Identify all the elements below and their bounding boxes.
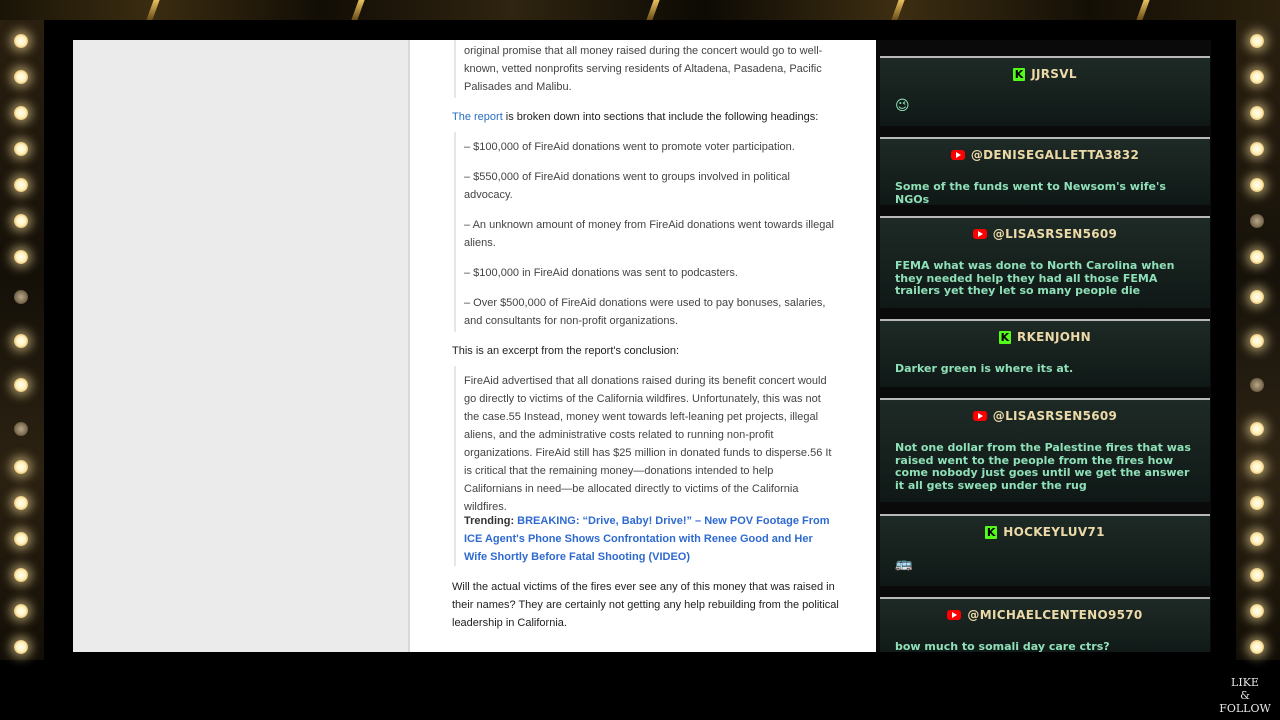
marquee-bulb [1250,70,1264,84]
chat-username: @LISASRSEN5609 [992,227,1118,241]
chat-username: JJRSVL [1031,67,1077,81]
light-streak [646,0,660,20]
marquee-bulb [14,334,28,348]
marquee-bulb [14,70,28,84]
left-margin [73,40,408,652]
youtube-icon [972,411,987,421]
like-text: LIKE [1231,676,1259,689]
chat-message: K JJRSVL 😉 [880,56,1210,126]
chat-username: HOCKEYLUV71 [1003,525,1105,539]
chat-text: Not one dollar from the Palestine fires … [895,441,1191,492]
marquee-bulb [1250,250,1264,264]
blockquote-bar [454,40,456,98]
chat-text: 🚌 [895,556,913,572]
marquee-bulb [1250,496,1264,510]
marquee-bulb [1250,334,1264,348]
report-link[interactable]: The report [452,111,503,123]
chat-username: @MICHAELCENTENO9570 [967,608,1143,622]
light-streak [1136,0,1150,20]
chat-message: @LISASRSEN5609 Not one dollar from the P… [880,398,1210,502]
marquee-bulb [14,214,28,228]
marquee-bulb [14,604,28,618]
marquee-bulb [1250,142,1264,156]
chat-message: @DENISEGALLETTA3832 Some of the funds we… [880,137,1210,205]
chat-message: K RKENJOHN Darker green is where its at. [880,319,1210,387]
live-chat-overlay: K JJRSVL 😉 @DENISEGALLETTA3832 Some of th… [880,42,1210,652]
marquee-bulb [1250,532,1264,546]
light-streak [146,0,160,20]
marquee-bulb [1250,640,1264,654]
marquee-bulb [14,250,28,264]
report-sentence: is broken down into sections that includ… [502,111,819,123]
marquee-bulb [14,34,28,48]
chat-username: RKENJOHN [1017,330,1091,344]
stage-backdrop-top [0,0,1280,20]
marquee-bulb [14,378,28,392]
marquee-bulb [14,106,28,120]
chat-message: @LISASRSEN5609 FEMA what was done to Nor… [880,216,1210,308]
excerpt-intro: This is an excerpt from the report's con… [452,345,680,357]
marquee-bulb [14,178,28,192]
follow-text: FOLLOW [1219,702,1271,715]
marquee-bulb [1250,568,1264,582]
marquee-bulb [14,568,28,582]
chat-username: @LISASRSEN5609 [992,409,1118,423]
marquee-bulb [1250,378,1264,392]
blockquote-bar [454,132,456,332]
closing-paragraph: Will the actual victims of the fires eve… [452,581,839,629]
conclusion-quote: FireAid advertised that all donations ra… [464,375,832,513]
youtube-icon [947,610,962,620]
heading-item: – $550,000 of FireAid donations went to … [464,171,790,201]
marquee-bulb [1250,604,1264,618]
chat-text: FEMA what was done to North Carolina whe… [895,259,1175,297]
chat-text: Darker green is where its at. [895,362,1074,375]
youtube-icon [972,229,987,239]
heading-item: – $100,000 of FireAid donations went to … [464,141,795,153]
ampersand-text: & [1240,689,1250,702]
kick-icon: K [999,330,1012,344]
light-streak [891,0,905,20]
heading-item: – $100,000 in FireAid donations was sent… [464,267,738,279]
chat-message: @MICHAELCENTENO9570 bow much to somali d… [880,597,1210,652]
kick-icon: K [1013,67,1026,81]
chat-text: 😉 [895,98,910,114]
kick-icon: K [985,525,998,539]
like-follow-overlay: LIKE & FOLLOW [1218,676,1272,715]
intro-quote: original promise that all money raised d… [464,45,823,93]
marquee-bulb [14,142,28,156]
marquee-bulb [1250,178,1264,192]
heading-item: – An unknown amount of money from FireAi… [464,219,834,249]
marquee-bulb [14,460,28,474]
light-streak [351,0,365,20]
marquee-bulb [14,640,28,654]
marquee-bulb [14,290,28,304]
marquee-bulb [1250,34,1264,48]
marquee-bulb [1250,214,1264,228]
marquee-bulb [14,532,28,546]
trending-block: Trending: BREAKING: “Drive, Baby! Drive!… [464,512,834,566]
trending-link[interactable]: BREAKING: “Drive, Baby! Drive!” – New PO… [464,515,830,563]
chat-text: bow much to somali day care ctrs? [895,640,1110,652]
marquee-bulb [1250,290,1264,304]
marquee-bulb [14,496,28,510]
chat-text: Some of the funds went to Newsom's wife'… [895,180,1166,206]
youtube-icon [950,150,965,160]
marquee-bulb [1250,106,1264,120]
report-paragraph: The report is broken down into sections … [452,108,842,126]
marquee-bulb [14,422,28,436]
trending-label: Trending: [464,515,518,527]
chat-message: K HOCKEYLUV71 🚌 [880,514,1210,586]
heading-item: – Over $500,000 of FireAid donations wer… [464,297,826,327]
blockquote-bar [454,366,456,566]
article-body: original promise that all money raised d… [408,40,876,652]
chat-username: @DENISEGALLETTA3832 [970,148,1140,162]
marquee-bulb [1250,460,1264,474]
marquee-bulb [1250,422,1264,436]
